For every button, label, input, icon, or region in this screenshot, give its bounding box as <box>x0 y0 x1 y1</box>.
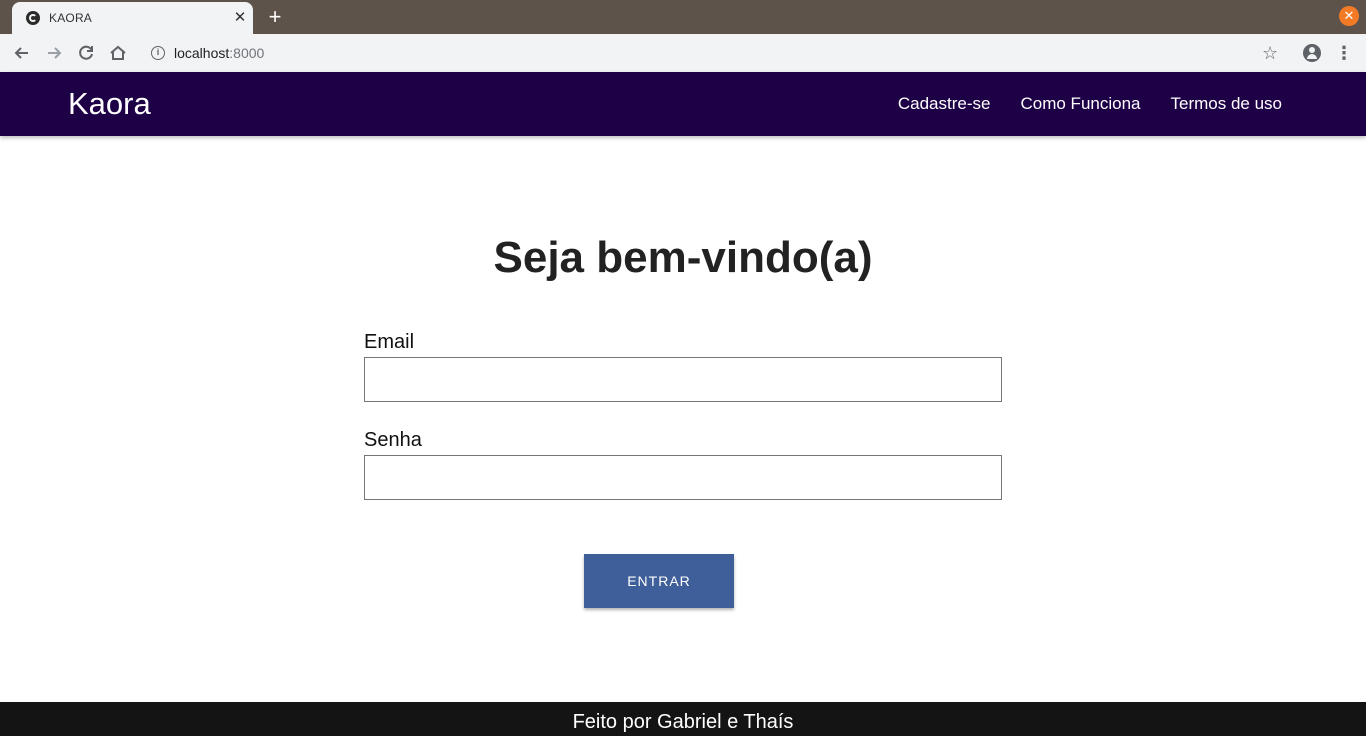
footer-text: Feito por Gabriel e Thaís <box>572 711 794 733</box>
url-text: localhost:8000 <box>174 45 264 61</box>
email-label: Email <box>364 331 415 353</box>
login-button[interactable]: ENTRAR <box>584 554 734 608</box>
new-tab-button[interactable]: + <box>263 5 287 29</box>
url-port: :8000 <box>229 45 265 61</box>
site-navbar: Kaora Cadastre-se Como Funciona Termos d… <box>0 72 1366 136</box>
tab-title: KAORA <box>49 11 93 25</box>
back-icon[interactable] <box>11 42 33 64</box>
brand-logo[interactable]: Kaora <box>68 86 151 122</box>
window-close-button[interactable]: ✕ <box>1339 6 1359 26</box>
nav-links: Cadastre-se Como Funciona Termos de uso <box>898 94 1282 114</box>
nav-link-cadastre[interactable]: Cadastre-se <box>898 94 991 114</box>
password-label: Senha <box>364 429 422 451</box>
browser-tab-strip: KAORA ✕ + ✕ <box>0 0 1366 34</box>
footer: Feito por Gabriel e Thaís <box>0 702 1366 736</box>
star-icon[interactable]: ☆ <box>1262 42 1278 64</box>
home-icon[interactable] <box>107 42 129 64</box>
tab-close-icon[interactable]: ✕ <box>231 9 249 27</box>
page-title: Seja bem-vindo(a) <box>493 233 873 282</box>
reload-icon[interactable] <box>75 42 97 64</box>
nav-link-termos[interactable]: Termos de uso <box>1171 94 1283 114</box>
info-icon[interactable]: i <box>151 46 165 60</box>
forward-icon[interactable] <box>43 42 65 64</box>
profile-icon[interactable] <box>1303 44 1321 62</box>
browser-tab[interactable]: KAORA ✕ <box>12 2 253 34</box>
nav-link-como-funciona[interactable]: Como Funciona <box>1020 94 1140 114</box>
email-field[interactable] <box>364 357 1002 402</box>
url-host: localhost <box>174 45 230 61</box>
browser-toolbar: i localhost:8000 ☆ ⋮ <box>0 34 1366 72</box>
password-field[interactable] <box>364 455 1002 500</box>
favicon-icon <box>26 11 40 25</box>
menu-dots-icon[interactable]: ⋮ <box>1335 42 1353 64</box>
login-form: Email Senha <box>364 330 1002 526</box>
address-bar[interactable]: i localhost:8000 <box>142 37 1292 69</box>
